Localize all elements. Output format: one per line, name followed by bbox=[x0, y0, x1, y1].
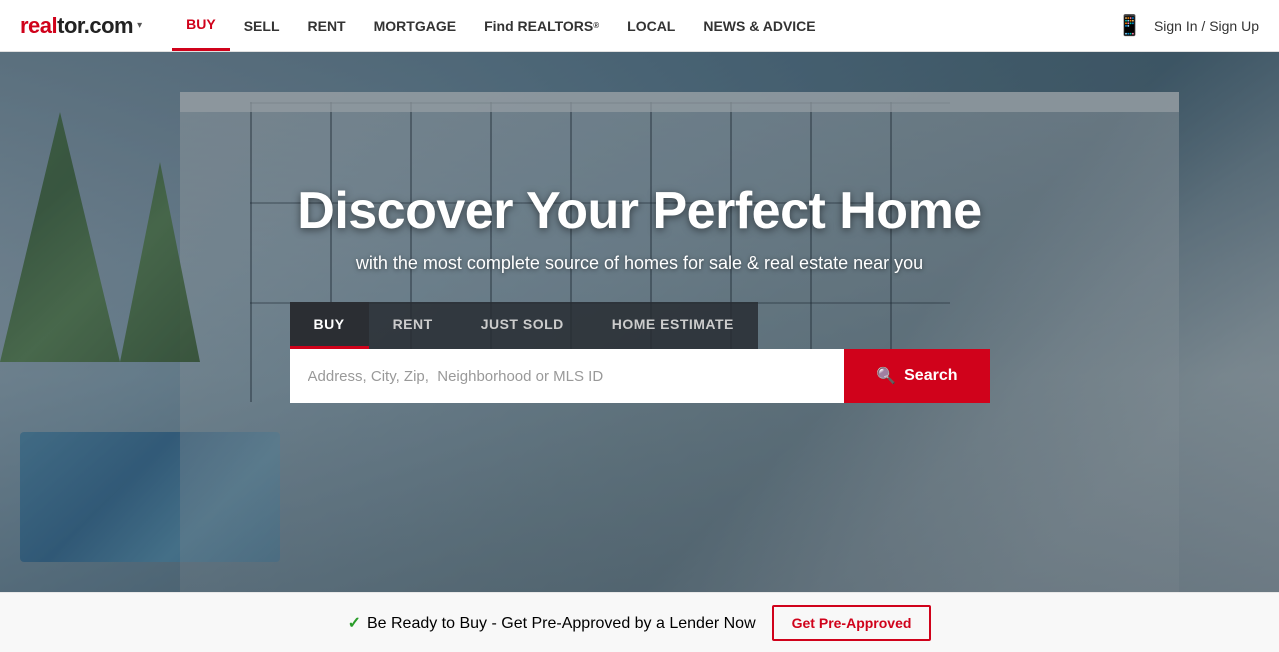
logo-chevron-icon[interactable]: ▾ bbox=[137, 20, 142, 31]
search-container: BUY RENT JUST SOLD HOME ESTIMATE 🔍 Searc… bbox=[290, 302, 990, 403]
search-tab-buy[interactable]: BUY bbox=[290, 302, 369, 349]
search-bar: 🔍 Search bbox=[290, 349, 990, 403]
search-button[interactable]: 🔍 Search bbox=[844, 349, 989, 403]
logo-area[interactable]: realtor.com ▾ bbox=[20, 13, 142, 39]
search-tab-rent[interactable]: RENT bbox=[369, 302, 457, 349]
search-tab-home-estimate[interactable]: HOME ESTIMATE bbox=[588, 302, 758, 349]
hero-title: Discover Your Perfect Home bbox=[20, 181, 1259, 241]
nav-item-mortgage[interactable]: MORTGAGE bbox=[360, 0, 470, 51]
nav-item-news-advice[interactable]: NEWS & ADVICE bbox=[689, 0, 829, 51]
nav-item-sell[interactable]: SELL bbox=[230, 0, 294, 51]
main-nav: BUY SELL RENT MORTGAGE Find REALTORS® LO… bbox=[172, 0, 1117, 51]
logo-torcom: tor.com bbox=[57, 13, 133, 38]
preapprove-text: ✓Be Ready to Buy - Get Pre-Approved by a… bbox=[348, 613, 756, 633]
signin-link[interactable]: Sign In / Sign Up bbox=[1154, 18, 1259, 34]
logo-real: real bbox=[20, 13, 57, 38]
search-tab-just-sold[interactable]: JUST SOLD bbox=[457, 302, 588, 349]
logo: realtor.com bbox=[20, 13, 133, 39]
search-icon: 🔍 bbox=[876, 366, 896, 386]
search-tabs: BUY RENT JUST SOLD HOME ESTIMATE bbox=[290, 302, 990, 349]
nav-item-buy[interactable]: BUY bbox=[172, 0, 230, 51]
mobile-icon[interactable]: 📱 bbox=[1117, 13, 1142, 38]
nav-item-find-realtors[interactable]: Find REALTORS® bbox=[470, 0, 613, 51]
hero-subtitle: with the most complete source of homes f… bbox=[20, 253, 1259, 274]
hero-section: Discover Your Perfect Home with the most… bbox=[0, 52, 1279, 592]
header: realtor.com ▾ BUY SELL RENT MORTGAGE Fin… bbox=[0, 0, 1279, 52]
nav-item-local[interactable]: LOCAL bbox=[613, 0, 689, 51]
nav-item-rent[interactable]: RENT bbox=[294, 0, 360, 51]
search-button-label: Search bbox=[904, 367, 957, 385]
preapproved-button[interactable]: Get Pre-Approved bbox=[772, 605, 932, 641]
hero-content: Discover Your Perfect Home with the most… bbox=[0, 181, 1279, 403]
bottom-bar: ✓Be Ready to Buy - Get Pre-Approved by a… bbox=[0, 592, 1279, 652]
check-icon: ✓ bbox=[348, 615, 361, 632]
header-right: 📱 Sign In / Sign Up bbox=[1117, 13, 1259, 38]
search-input[interactable] bbox=[290, 349, 845, 403]
